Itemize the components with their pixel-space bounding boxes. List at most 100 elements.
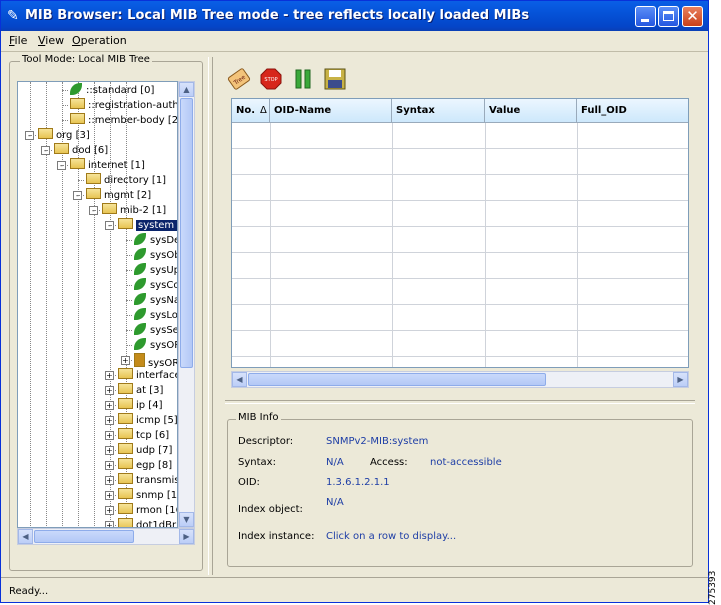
tree-icon[interactable]: Tree (227, 67, 251, 91)
column-header-no[interactable]: No. Δ (232, 99, 270, 123)
tree-node-label: sysORLa (150, 340, 177, 351)
tree-node-label: ::member-body [2] (88, 115, 178, 126)
tree-node[interactable]: sysDesc (134, 233, 177, 248)
scroll-right-icon[interactable]: ▶ (673, 372, 688, 387)
table-row[interactable] (232, 253, 688, 279)
tree-node[interactable]: - internet [1] (57, 158, 145, 173)
tree-node[interactable]: + icmp [5] (105, 413, 177, 428)
mib-tree[interactable]: ::standard [0]::registration-authority::… (17, 81, 178, 528)
table-row[interactable] (232, 123, 688, 149)
tree-node[interactable]: ::member-body [2] (70, 113, 178, 128)
pause-icon[interactable] (291, 67, 315, 91)
tree-node[interactable]: + tcp [6] (105, 428, 169, 443)
tree-node[interactable]: - mgmt [2] (73, 188, 151, 203)
leaf-icon (134, 293, 146, 305)
panel-splitter[interactable] (208, 57, 213, 575)
index-object-value: N/A (326, 497, 344, 508)
table-row[interactable] (232, 227, 688, 253)
tree-vertical-scroll-thumb[interactable] (180, 98, 193, 368)
tree-node[interactable]: sysUpTir (134, 263, 177, 278)
tree-connector (30, 135, 36, 136)
tree-node[interactable]: sysName (134, 293, 177, 308)
tree-node-label: snmp [11] (136, 490, 178, 501)
column-header-no-label: No. (236, 105, 256, 116)
tree-node[interactable]: - mib-2 [1] (89, 203, 166, 218)
scroll-right-icon[interactable]: ▶ (179, 529, 194, 544)
tree-connector (78, 180, 84, 181)
tree-connector (110, 405, 116, 406)
table-row[interactable] (232, 279, 688, 305)
close-button[interactable]: ✕ (682, 6, 703, 27)
tree-node[interactable]: + udp [7] (105, 443, 172, 458)
tree-vertical-scrollbar[interactable]: ▲ ▼ (178, 81, 195, 528)
tree-connector (110, 420, 116, 421)
tree-node[interactable]: - dod [6] (41, 143, 108, 158)
stop-icon[interactable]: STOP (259, 67, 283, 91)
table-row[interactable] (232, 201, 688, 227)
maximize-button[interactable] (658, 6, 679, 27)
folder-icon (118, 458, 133, 469)
folder-open-icon (38, 128, 53, 139)
table-row[interactable] (232, 331, 688, 357)
result-table[interactable]: No. Δ OID-Name Syntax Value Full_OID (231, 98, 689, 368)
menu-view[interactable]: View (38, 34, 64, 47)
scroll-down-icon[interactable]: ▼ (179, 512, 194, 527)
tree-node[interactable]: +interfaces (105, 368, 177, 383)
tree-node[interactable]: + at [3] (105, 383, 164, 398)
tree-horizontal-scroll-thumb[interactable] (34, 530, 134, 543)
tree-node[interactable]: ::standard [0] (70, 83, 154, 98)
tree-node-label: sysDesc (150, 235, 177, 246)
title-bar[interactable]: ✎ MIB Browser: Local MIB Tree mode - tre… (1, 1, 708, 31)
syntax-value: N/A (326, 457, 344, 468)
tree-node[interactable]: +snmp [11] (105, 488, 178, 503)
tree-node[interactable]: ::registration-authority (70, 98, 177, 113)
tree-node[interactable]: sysLoca (134, 308, 177, 323)
tree-horizontal-scrollbar[interactable]: ◀ ▶ (17, 528, 195, 545)
column-header-syntax-label: Syntax (396, 105, 435, 116)
tree-node[interactable]: +sysORTa (121, 353, 177, 369)
tree-node[interactable]: sysORLa (134, 338, 177, 353)
column-header-full-oid[interactable]: Full_OID (577, 99, 688, 123)
status-bar: Ready... (1, 577, 708, 602)
scroll-left-icon[interactable]: ◀ (232, 372, 247, 387)
tree-node-label: ip [4] (136, 400, 163, 411)
leaf-icon (134, 308, 146, 320)
tree-connector (46, 150, 52, 151)
table-row[interactable] (232, 149, 688, 175)
tree-node[interactable]: +transmissic (105, 473, 177, 488)
menu-file[interactable]: File (9, 34, 27, 47)
menu-bar: File View Operation (1, 31, 708, 52)
tree-node[interactable]: +rmon [16] (105, 503, 177, 518)
table-row[interactable] (232, 305, 688, 331)
tree-node[interactable]: -system [1] (105, 218, 177, 233)
table-horizontal-scroll-thumb[interactable] (248, 373, 546, 386)
tree-node[interactable]: sysObjec (134, 248, 177, 263)
tree-node[interactable]: +dot1dBridg (105, 518, 177, 527)
tree-connector (126, 345, 132, 346)
folder-icon (118, 503, 133, 514)
menu-operation-label: peration (80, 34, 127, 47)
column-header-value-label: Value (489, 105, 521, 116)
tree-node[interactable]: + ip [4] (105, 398, 163, 413)
tree-node[interactable]: sysServi (134, 323, 177, 338)
scroll-left-icon[interactable]: ◀ (18, 529, 33, 544)
column-header-value[interactable]: Value (485, 99, 577, 123)
tree-node[interactable]: - org [3] (25, 128, 90, 143)
menu-operation[interactable]: Operation (72, 34, 127, 47)
minimize-button[interactable] (635, 6, 656, 27)
tree-node-label: at [3] (136, 385, 164, 396)
index-instance-value: Click on a row to display... (326, 531, 457, 542)
column-header-syntax[interactable]: Syntax (392, 99, 485, 123)
oid-value: 1.3.6.1.2.1.1 (326, 477, 390, 488)
table-row[interactable] (232, 175, 688, 201)
leaf-icon (134, 263, 146, 275)
mib-browser-window: ✎ MIB Browser: Local MIB Tree mode - tre… (0, 0, 709, 603)
tree-node[interactable]: sysConta (134, 278, 177, 293)
table-horizontal-scrollbar[interactable]: ◀ ▶ (231, 371, 689, 388)
tree-connector (78, 195, 84, 196)
tree-node[interactable]: + egp [8] (105, 458, 172, 473)
column-header-oid-name[interactable]: OID-Name (270, 99, 392, 123)
tree-node[interactable]: directory [1] (86, 173, 166, 188)
save-icon[interactable] (323, 67, 347, 91)
scroll-up-icon[interactable]: ▲ (179, 82, 194, 97)
